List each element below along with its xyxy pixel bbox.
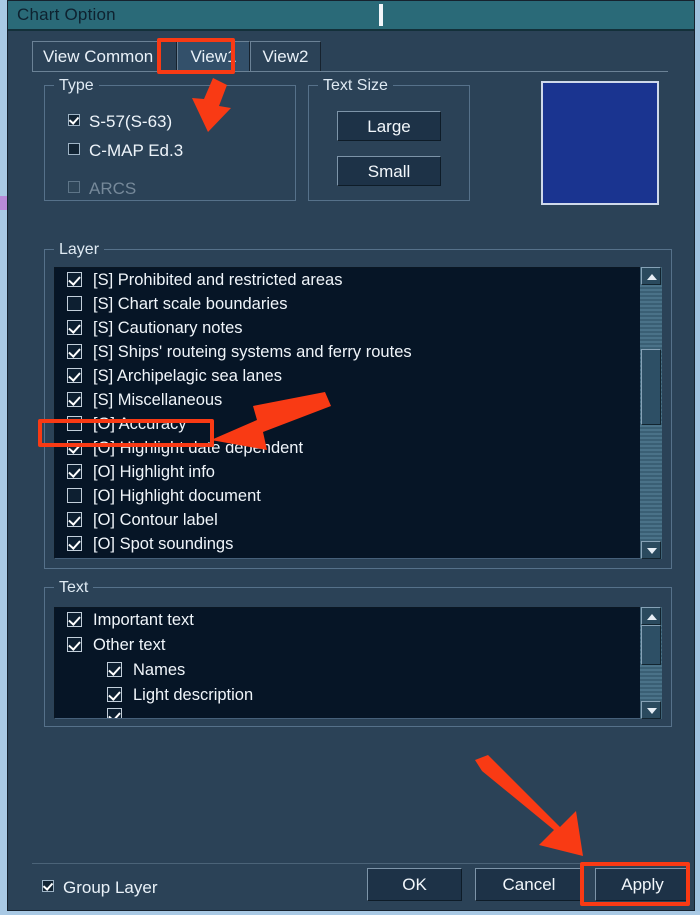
checkbox-icon[interactable]	[67, 488, 82, 503]
text-size-large-button[interactable]: Large	[337, 111, 441, 141]
layer-list-item[interactable]: [S] Miscellaneous	[55, 388, 661, 412]
layer-list-item[interactable]: [O] Spot soundings	[55, 532, 661, 556]
checkbox-icon[interactable]	[67, 464, 82, 479]
tab-strip: View Common View1 View2	[32, 41, 668, 73]
scrollbar-thumb[interactable]	[641, 625, 661, 665]
group-layer-label: Group Layer	[63, 878, 158, 897]
layer-list-item-label: [S] Ships' routeing systems and ferry ro…	[93, 343, 412, 361]
apply-button[interactable]: Apply	[595, 868, 690, 901]
text-list-item-partial[interactable]	[55, 708, 661, 718]
scroll-up-arrow-icon[interactable]	[641, 607, 661, 625]
ok-button[interactable]: OK	[367, 868, 462, 901]
checkbox-icon[interactable]	[67, 392, 82, 407]
layer-list-item[interactable]: [O] Contour label	[55, 508, 661, 532]
checkbox-icon[interactable]	[67, 272, 82, 287]
tab-view1[interactable]: View1	[177, 41, 250, 71]
layer-list-item[interactable]: [O] Highlight document	[55, 484, 661, 508]
layer-list-item-label: [O] Highlight document	[93, 487, 261, 505]
text-list-item[interactable]: Other text	[55, 633, 661, 658]
type-option-arcs: ARCS	[68, 179, 136, 199]
layer-list-item[interactable]: [O] Highlight info	[55, 460, 661, 484]
type-option-label: C-MAP Ed.3	[89, 141, 184, 160]
text-size-group-label: Text Size	[318, 77, 393, 95]
layer-list-item-label: [O] Highlight date dependent	[93, 439, 304, 457]
layer-list-item-label: [S] Cautionary notes	[93, 319, 243, 337]
layer-group-label: Layer	[54, 241, 105, 259]
checkbox-icon[interactable]	[67, 320, 82, 335]
checkbox-icon[interactable]	[67, 512, 82, 527]
type-option-cmap[interactable]: C-MAP Ed.3	[68, 141, 183, 161]
layer-list-item[interactable]: [S] Archipelagic sea lanes	[55, 364, 661, 388]
text-list-item-label: Names	[133, 661, 186, 679]
layer-list-item[interactable]: [O] Accuracy	[55, 412, 661, 436]
text-group-label: Text	[54, 579, 94, 597]
checkbox-icon[interactable]	[67, 296, 82, 311]
title-bar: Chart Option	[8, 1, 694, 31]
type-option-label: ARCS	[89, 179, 137, 198]
chart-color-preview[interactable]	[541, 81, 659, 205]
cancel-button[interactable]: Cancel	[475, 868, 583, 901]
layer-list-item[interactable]: [S] Ships' routeing systems and ferry ro…	[55, 340, 661, 364]
text-list[interactable]: Important text Other text Names Light descr…	[54, 607, 662, 719]
text-list-scrollbar[interactable]	[640, 607, 662, 719]
layer-list-item-label: [S] Prohibited and restricted areas	[93, 271, 343, 289]
layer-list-item[interactable]: [S] Prohibited and restricted areas	[55, 268, 661, 292]
text-list-item-label: Light description	[133, 686, 254, 704]
checkbox-icon[interactable]	[107, 687, 122, 702]
layer-list-item-label: [S] Miscellaneous	[93, 391, 223, 409]
checkbox-icon	[68, 181, 80, 193]
checkbox-icon[interactable]	[67, 416, 82, 431]
tab-view2[interactable]: View2	[250, 41, 321, 71]
desktop-background-bottom	[0, 911, 700, 915]
layer-list-item-label: [S] Archipelagic sea lanes	[93, 367, 282, 385]
scrollbar-thumb[interactable]	[641, 349, 661, 425]
text-caret-icon	[379, 4, 383, 26]
text-list-item[interactable]: Names	[55, 658, 661, 683]
checkbox-icon[interactable]	[68, 143, 80, 155]
text-size-small-button[interactable]: Small	[337, 156, 441, 186]
footer-divider	[32, 863, 668, 864]
type-option-label: S-57(S-63)	[89, 112, 173, 131]
text-list-item-label: Important text	[93, 611, 194, 629]
tab-underline	[32, 71, 668, 72]
scroll-up-arrow-icon[interactable]	[641, 267, 661, 285]
checkbox-icon[interactable]	[68, 114, 80, 126]
chart-option-dialog: Chart Option View Common View1 View2 Typ…	[7, 0, 695, 911]
layer-list-scrollbar[interactable]	[640, 267, 662, 559]
checkbox-icon[interactable]	[107, 708, 122, 718]
type-group-label: Type	[54, 77, 99, 95]
text-list-item[interactable]: Light description	[55, 683, 661, 708]
scroll-down-arrow-icon[interactable]	[641, 541, 661, 559]
layer-list-item-label: [O] Contour label	[93, 511, 218, 529]
layer-list[interactable]: [S] Prohibited and restricted areas [S] C…	[54, 267, 662, 559]
layer-list-item[interactable]: [S] Chart scale boundaries	[55, 292, 661, 316]
layer-list-item[interactable]: [O] Highlight date dependent	[55, 436, 661, 460]
type-option-s57[interactable]: S-57(S-63)	[68, 112, 172, 132]
layer-list-item-label: [O] Spot soundings	[93, 535, 234, 553]
checkbox-icon[interactable]	[67, 536, 82, 551]
checkbox-icon[interactable]	[67, 344, 82, 359]
layer-list-item[interactable]: [S] Cautionary notes	[55, 316, 661, 340]
layer-list-item-label: [S] Chart scale boundaries	[93, 295, 288, 313]
checkbox-icon[interactable]	[67, 368, 82, 383]
screen: Chart Option View Common View1 View2 Typ…	[0, 0, 700, 915]
group-layer-checkbox[interactable]: Group Layer	[42, 878, 158, 898]
checkbox-icon[interactable]	[67, 612, 82, 627]
tab-view-common[interactable]: View Common	[32, 41, 177, 71]
layer-list-item-label: [O] Highlight info	[93, 463, 215, 481]
checkbox-icon[interactable]	[67, 637, 82, 652]
text-list-item-label: Other text	[93, 636, 166, 654]
checkbox-icon[interactable]	[67, 440, 82, 455]
layer-list-item-label: [O] Accuracy	[93, 415, 187, 433]
checkbox-icon[interactable]	[107, 662, 122, 677]
scroll-down-arrow-icon[interactable]	[641, 701, 661, 719]
checkbox-icon[interactable]	[42, 880, 54, 892]
text-list-item[interactable]: Important text	[55, 608, 661, 633]
window-title: Chart Option	[17, 5, 116, 24]
